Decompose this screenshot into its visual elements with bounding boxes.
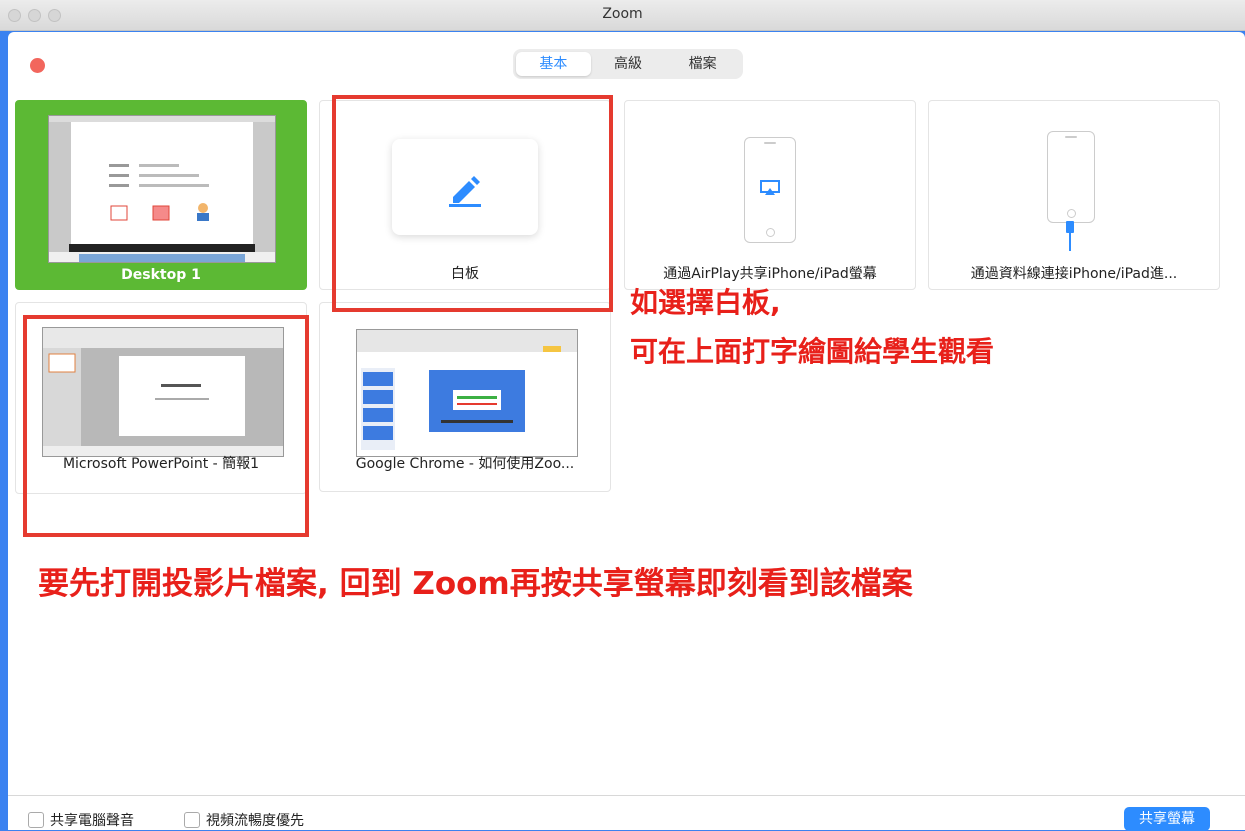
share-option-desktop-1[interactable]: Desktop 1 <box>15 100 307 290</box>
iphone-illustration <box>1047 131 1095 223</box>
title-bar: Zoom <box>0 0 1245 31</box>
share-option-cable[interactable]: 通過資料線連接iPhone/iPad進... <box>928 100 1220 290</box>
desktop-thumbnail <box>48 115 276 263</box>
share-option-label: 通過AirPlay共享iPhone/iPad螢幕 <box>663 266 877 282</box>
chrome-thumbnail <box>356 329 578 457</box>
share-audio-checkbox[interactable]: 共享電腦聲音 <box>28 810 134 830</box>
checkbox-box[interactable] <box>28 812 44 828</box>
powerpoint-highlight-box <box>23 315 309 537</box>
airplay-icon <box>760 180 780 195</box>
share-screen-button[interactable]: 共享螢幕 <box>1124 807 1210 831</box>
whiteboard-highlight-box <box>332 95 613 312</box>
share-option-chrome[interactable]: Google Chrome - 如何使用Zoo... <box>319 302 611 492</box>
share-audio-label: 共享電腦聲音 <box>50 813 134 829</box>
share-option-label: 通過資料線連接iPhone/iPad進... <box>970 266 1178 282</box>
share-screen-dialog: 基本 高級 檔案 Desktop 1 白板 通過AirPlay共享iPhone/… <box>8 32 1245 831</box>
share-option-label: Google Chrome - 如何使用Zoo... <box>355 456 575 472</box>
video-priority-checkbox[interactable]: 視頻流暢度優先 <box>184 810 304 830</box>
iphone-illustration <box>744 137 796 243</box>
close-dialog-button[interactable] <box>30 58 45 73</box>
share-option-label: Desktop 1 <box>121 267 201 283</box>
share-option-airplay[interactable]: 通過AirPlay共享iPhone/iPad螢幕 <box>624 100 916 290</box>
tab-bar: 基本 高級 檔案 <box>513 49 743 79</box>
tab-advanced[interactable]: 高級 <box>591 52 666 76</box>
video-priority-label: 視頻流暢度優先 <box>206 813 304 829</box>
cable-icon <box>1066 221 1074 251</box>
checkbox-box[interactable] <box>184 812 200 828</box>
powerpoint-annotation: 要先打開投影片檔案, 回到 Zoom再按共享螢幕即刻看到該檔案 <box>38 566 913 602</box>
whiteboard-annotation-line2: 可在上面打字繪圖給學生觀看 <box>630 335 995 368</box>
bottom-bar: 共享電腦聲音 視頻流暢度優先 共享螢幕 <box>8 795 1245 831</box>
whiteboard-annotation-line1: 如選擇白板, <box>630 286 781 319</box>
tab-basic[interactable]: 基本 <box>516 52 591 76</box>
tab-files[interactable]: 檔案 <box>665 52 740 76</box>
window-title: Zoom <box>602 6 643 22</box>
